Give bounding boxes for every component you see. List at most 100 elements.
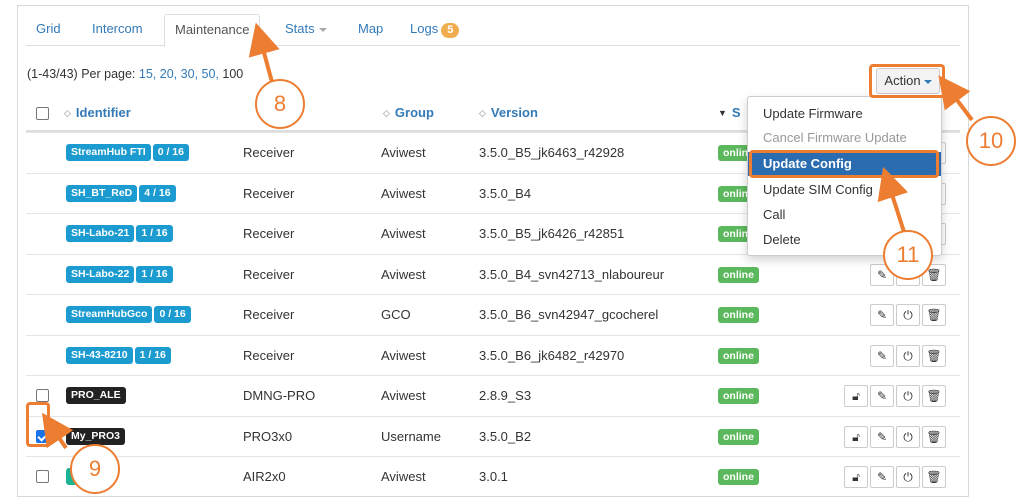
- tab-intercom[interactable]: Intercom: [82, 14, 153, 46]
- identifier-badge[interactable]: SH-Labo-21 1 / 16: [66, 225, 173, 242]
- status-badge: online: [718, 388, 759, 404]
- pagination-range: (1-43/43) Per page:: [27, 67, 136, 81]
- version-cell: 2.8.9_S3: [479, 388, 532, 403]
- channel-count-badge: 1 / 16: [134, 346, 171, 364]
- power-icon[interactable]: ⏻: [896, 344, 920, 367]
- power-icon[interactable]: ⏻: [896, 466, 920, 488]
- table-row: SH-Labo-22 1 / 16 Receiver Aviwest 3.5.0_B4_…: [26, 253, 960, 295]
- channel-count-badge: 1 / 16: [136, 265, 173, 283]
- version-cell: 3.5.0_B4: [479, 185, 532, 201]
- power-icon[interactable]: ⏻: [896, 425, 920, 448]
- version-cell: 3.5.0_B5_jk6426_r42851: [479, 226, 625, 241]
- identifier-badge[interactable]: SH-Labo-22 1 / 16: [66, 265, 173, 283]
- annotation-10: 10: [966, 116, 1016, 166]
- edit-icon[interactable]: ✎: [870, 466, 894, 488]
- identifier-label: My_PRO3: [66, 427, 126, 445]
- menu-item-cancel-firmware-update: Cancel Firmware Update: [763, 130, 907, 145]
- tab-stats[interactable]: Stats: [275, 14, 337, 46]
- edit-icon[interactable]: ✎: [870, 344, 894, 367]
- table-row: My_PRO3 PRO3x0 Username 3.5.0_B2 online 🔓︎ ✎ ⏻ 🗑…: [26, 415, 960, 457]
- menu-item-update-sim-config[interactable]: Update SIM Config: [748, 178, 941, 202]
- row-checkbox[interactable]: [36, 389, 49, 402]
- edit-icon[interactable]: ✎: [870, 304, 894, 326]
- tab-grid-label: Grid: [36, 21, 61, 36]
- identifier-badge[interactable]: SH-43-8210 1 / 16: [66, 346, 171, 364]
- logs-count-badge: 5: [441, 23, 460, 38]
- group-cell: Username: [381, 428, 441, 444]
- identifier-badge[interactable]: PRO_ALE: [66, 387, 126, 404]
- per-page-30-link[interactable]: 30,: [181, 67, 198, 81]
- edit-icon[interactable]: ✎: [870, 425, 894, 448]
- group-cell: Aviwest: [381, 469, 426, 484]
- per-page-current: 100: [222, 67, 244, 81]
- row-checkbox[interactable]: [36, 470, 49, 483]
- table-row: SLAAIR2x0Aviwest3.0.1online🔓︎✎⏻🗑︎: [26, 456, 960, 497]
- column-status[interactable]: ▼ S: [718, 105, 741, 120]
- identifier-badge[interactable]: StreamHub FTI 0 / 16: [66, 144, 189, 161]
- trash-icon[interactable]: 🗑︎: [922, 304, 946, 326]
- tab-intercom-label: Intercom: [92, 21, 143, 36]
- annotation-11: 11: [883, 230, 933, 280]
- type-cell: DMNG-PRO: [243, 388, 316, 403]
- tab-grid[interactable]: Grid: [26, 14, 71, 46]
- group-cell: GCO: [381, 307, 411, 322]
- edit-icon[interactable]: ✎: [870, 385, 894, 407]
- sort-icon: ◇: [383, 108, 390, 118]
- power-icon[interactable]: ⏻: [896, 304, 920, 326]
- row-actions: 🔓︎ ✎ ⏻ 🗑︎: [842, 425, 946, 448]
- tab-maintenance[interactable]: Maintenance: [164, 14, 261, 47]
- unlock-icon[interactable]: 🔓︎: [844, 385, 868, 407]
- group-cell: Aviwest: [381, 347, 426, 363]
- menu-item-call[interactable]: Call: [748, 203, 941, 227]
- highlight-update-config: [749, 150, 939, 178]
- per-page-20-link[interactable]: 20,: [160, 67, 177, 81]
- trash-icon[interactable]: 🗑︎: [922, 385, 946, 407]
- per-page-15-link[interactable]: 15,: [139, 67, 156, 81]
- column-identifier[interactable]: ◇ Identifier: [64, 105, 131, 120]
- tab-logs-label: Logs: [410, 21, 439, 36]
- type-cell: Receiver: [243, 145, 295, 160]
- trash-icon[interactable]: 🗑︎: [922, 466, 946, 488]
- sort-desc-icon: ▼: [718, 108, 727, 118]
- type-cell: Receiver: [243, 226, 295, 241]
- per-page-50-link[interactable]: 50,: [202, 67, 219, 81]
- tab-logs[interactable]: Logs 5: [400, 14, 469, 46]
- status-badge: online: [718, 469, 759, 485]
- tab-map[interactable]: Map: [348, 14, 393, 46]
- unlock-icon[interactable]: 🔓︎: [844, 466, 868, 488]
- chevron-down-icon: [318, 27, 327, 32]
- identifier-label: SH-43-8210: [66, 346, 133, 364]
- status-badge: online: [718, 266, 759, 283]
- identifier-badge[interactable]: StreamHubGco 0 / 16: [66, 306, 191, 323]
- status-badge: online: [718, 428, 759, 445]
- type-cell: Receiver: [243, 266, 295, 282]
- table-row: PRO_ALE DMNG-PRO Aviwest 2.8.9_S3 online 🔓︎ ✎ ⏻…: [26, 375, 960, 416]
- row-actions: 🔓︎ ✎ ⏻ 🗑︎: [842, 385, 946, 407]
- column-version[interactable]: ◇ Version: [479, 105, 538, 120]
- status-badge: online: [718, 347, 759, 364]
- menu-item-update-firmware[interactable]: Update Firmware: [748, 102, 941, 126]
- identifier-badge[interactable]: SH_BT_ReD 4 / 16: [66, 184, 176, 202]
- version-cell: 3.0.1: [479, 469, 508, 484]
- version-cell: 3.5.0_B6_jk6482_r42970: [479, 347, 625, 363]
- power-icon[interactable]: ⏻: [896, 385, 920, 407]
- channel-count-badge: 1 / 16: [136, 225, 173, 242]
- identifier-badge[interactable]: My_PRO3: [66, 427, 126, 445]
- sort-icon: ◇: [479, 108, 486, 118]
- trash-icon[interactable]: 🗑︎: [922, 425, 946, 448]
- identifier-label: SH_BT_ReD: [66, 184, 138, 202]
- group-cell: Aviwest: [381, 226, 426, 241]
- group-cell: Aviwest: [381, 145, 426, 160]
- column-identifier-label: Identifier: [75, 105, 131, 120]
- annotation-8: 8: [255, 79, 305, 129]
- tab-map-label: Map: [358, 21, 384, 36]
- column-group-label: Group: [394, 105, 434, 120]
- unlock-icon[interactable]: 🔓︎: [844, 425, 868, 448]
- column-group[interactable]: ◇ Group: [383, 105, 434, 120]
- status-badge: online: [718, 307, 759, 323]
- version-cell: 3.5.0_B2: [479, 428, 532, 444]
- tab-maintenance-label: Maintenance: [175, 22, 250, 37]
- trash-icon[interactable]: 🗑︎: [922, 344, 946, 367]
- row-actions: ✎⏻🗑︎: [868, 344, 946, 367]
- select-all-checkbox[interactable]: [36, 107, 49, 120]
